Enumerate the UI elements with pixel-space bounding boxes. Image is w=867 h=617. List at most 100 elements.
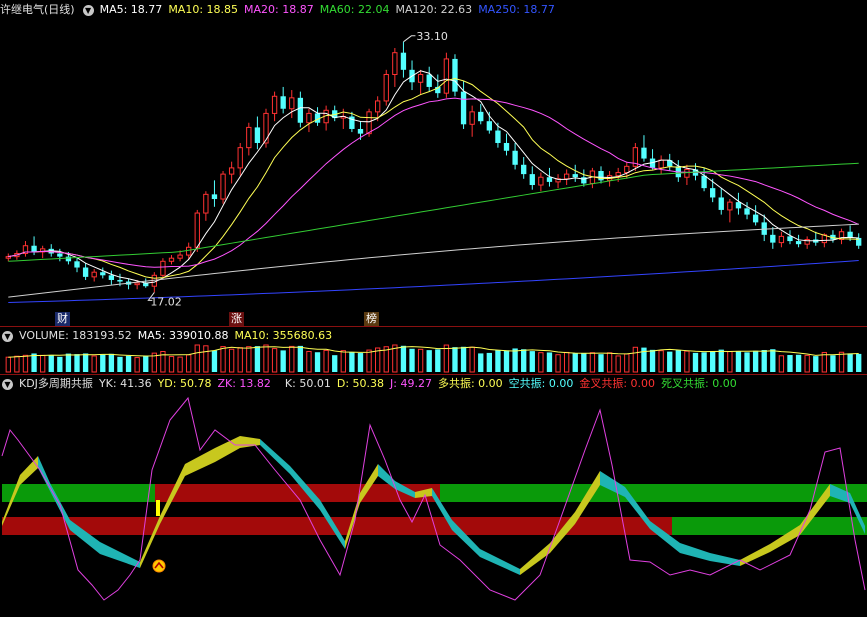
jin-label: 金叉共振: 0.00: [579, 377, 656, 390]
candle-body: [727, 201, 733, 211]
volume-bar: [82, 353, 89, 372]
volume-bar: [847, 353, 853, 372]
kdj-ribbon: [20, 456, 38, 485]
candle-body: [744, 208, 750, 215]
volume-bar: [289, 345, 295, 373]
volume-bar: [581, 353, 587, 372]
candle-body: [641, 147, 647, 159]
candle-body: [246, 126, 252, 149]
candle-body: [495, 130, 501, 143]
candle-body: [134, 282, 140, 286]
volume-bar: [512, 348, 518, 372]
candle-body: [400, 52, 407, 70]
low-label: 17.02: [150, 295, 182, 308]
volume-header: ▼ VOLUME: 183193.52 MA5: 339010.88 MA10:…: [0, 327, 332, 345]
ma120-label: MA120: 22.63: [395, 3, 473, 16]
volume-bar: [177, 356, 183, 373]
candle-body: [237, 147, 243, 169]
candle-body: [263, 112, 269, 144]
volume-bar: [246, 346, 252, 373]
volume-bar: [701, 352, 707, 372]
volume-bar: [91, 355, 97, 373]
volume-bar: [400, 345, 407, 372]
candle-body: [615, 172, 621, 177]
candle-body: [478, 111, 484, 122]
chart-stage: 33.10 17.02 许继电气(日线) ▼ MA5: 18.77 MA10: 1…: [0, 0, 867, 613]
candle-body: [91, 271, 97, 278]
ma5-label: MA5: 18.77: [99, 3, 163, 16]
candle-body: [770, 234, 776, 243]
badge-bang[interactable]: 榜: [364, 312, 379, 326]
volume-bar: [813, 356, 819, 372]
ma60-label: MA60: 22.04: [319, 3, 390, 16]
candle-body: [306, 112, 312, 124]
volume-bar: [521, 349, 527, 372]
volume-bar: [735, 351, 742, 372]
k-label: K: 50.01: [284, 377, 331, 390]
candle-body: [117, 279, 123, 282]
ma250-label: MA250: 18.77: [478, 3, 555, 16]
candle-body: [65, 256, 72, 262]
volume-bar: [263, 344, 269, 373]
candle-body: [469, 111, 475, 125]
volume-bar: [332, 355, 338, 372]
volume-bar: [503, 350, 510, 372]
volume-bar: [5, 356, 11, 373]
volume-bar: [48, 355, 54, 372]
volume-bar: [460, 346, 467, 372]
volume-bar: [787, 355, 793, 372]
candle-body: [735, 202, 742, 209]
candle-body: [658, 159, 664, 169]
volume-bar: [228, 348, 235, 373]
volume-bar: [254, 346, 261, 372]
candle-body: [529, 174, 535, 186]
badge-cai[interactable]: 财: [55, 312, 70, 326]
candle-body: [108, 275, 115, 280]
candle-body: [357, 128, 364, 134]
volume-bar: [375, 347, 381, 373]
volume-bar: [589, 352, 596, 373]
stock-title[interactable]: 许继电气(日线): [0, 1, 75, 19]
candle-body: [460, 91, 467, 125]
volume-ma-line: [8, 346, 859, 358]
candle-body: [74, 261, 80, 268]
dropdown-icon[interactable]: ▼: [82, 4, 94, 16]
candle-body: [718, 197, 724, 210]
ma250-line: [8, 260, 859, 304]
candle-body: [168, 257, 175, 262]
volume-bar: [452, 347, 458, 372]
kong-label: 空共振: 0.00: [508, 377, 574, 390]
ma20-line: [8, 97, 859, 268]
volume-bar: [117, 356, 123, 372]
volume-bar: [280, 350, 286, 372]
volume-label: VOLUME: 183193.52: [19, 329, 132, 342]
volume-bar: [220, 346, 226, 373]
volume-bar: [134, 357, 140, 373]
volume-bar: [684, 350, 690, 373]
volume-bar: [297, 345, 304, 372]
volume-bar: [211, 350, 218, 372]
candle-body: [220, 173, 226, 200]
candle-body: [452, 58, 458, 92]
volume-bar: [778, 355, 785, 373]
volume-bar: [443, 344, 450, 373]
volume-bar: [606, 352, 613, 373]
candle-body: [375, 100, 381, 113]
candle-body: [538, 176, 544, 186]
badge-zhang[interactable]: 涨: [229, 312, 244, 326]
volume-bar: [752, 350, 759, 372]
volume-bar: [426, 350, 432, 372]
dropdown-icon[interactable]: ▼: [2, 330, 13, 342]
volume-bar: [125, 355, 132, 372]
volume-bar: [357, 353, 364, 372]
candle-body: [787, 236, 793, 242]
volume-bar: [314, 352, 321, 372]
high-label: 33.10: [416, 30, 448, 43]
candle-body: [426, 74, 432, 87]
volume-bar: [435, 349, 441, 372]
volume-bar: [22, 354, 29, 373]
dropdown-icon[interactable]: ▼: [2, 378, 13, 390]
candle-body: [546, 177, 553, 182]
si-label: 死叉共振: 0.00: [661, 377, 737, 390]
volume-bar: [770, 349, 776, 372]
